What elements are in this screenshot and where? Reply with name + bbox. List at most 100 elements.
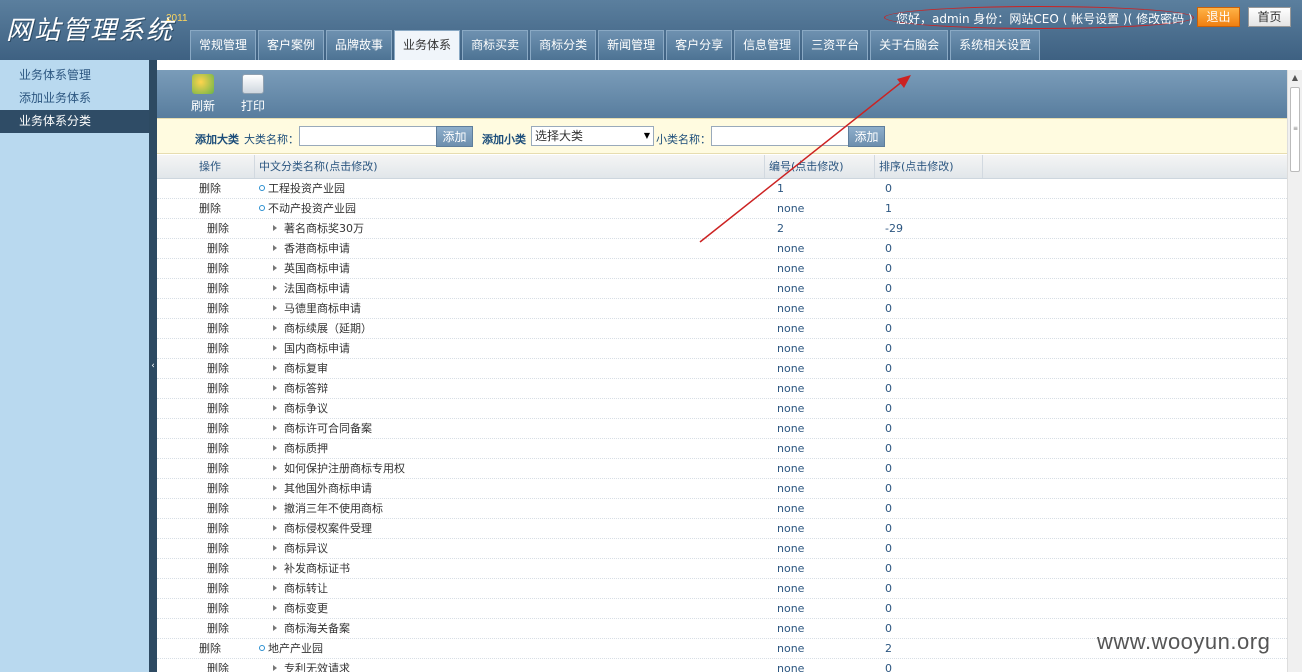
delete-link[interactable]: 删除	[195, 539, 255, 558]
logout-button[interactable]: 退出	[1197, 7, 1240, 27]
code-cell[interactable]: none	[765, 259, 875, 278]
code-cell[interactable]: none	[765, 579, 875, 598]
delete-link[interactable]: 删除	[195, 199, 255, 218]
sort-cell[interactable]: 0	[875, 319, 983, 338]
delete-link[interactable]: 删除	[195, 559, 255, 578]
delete-link[interactable]: 删除	[195, 599, 255, 618]
delete-link[interactable]: 删除	[195, 659, 255, 672]
code-cell[interactable]: none	[765, 479, 875, 498]
code-cell[interactable]: none	[765, 239, 875, 258]
category-name-cell[interactable]: 香港商标申请	[255, 239, 765, 258]
delete-link[interactable]: 删除	[195, 339, 255, 358]
code-cell[interactable]: none	[765, 439, 875, 458]
category-name-cell[interactable]: 商标转让	[255, 579, 765, 598]
sort-cell[interactable]: 0	[875, 379, 983, 398]
category-name-cell[interactable]: 商标许可合同备案	[255, 419, 765, 438]
sort-cell[interactable]: 0	[875, 559, 983, 578]
category-name[interactable]: 著名商标奖30万	[284, 222, 364, 235]
category-name[interactable]: 商标争议	[284, 402, 328, 415]
category-name-cell[interactable]: 马德里商标申请	[255, 299, 765, 318]
code-cell[interactable]: none	[765, 199, 875, 218]
category-name[interactable]: 其他国外商标申请	[284, 482, 372, 495]
category-name-cell[interactable]: 不动产投资产业园	[255, 199, 765, 218]
category-name-cell[interactable]: 地产产业园	[255, 639, 765, 658]
code-cell[interactable]: none	[765, 459, 875, 478]
nav-tab[interactable]: 关于右脑会	[870, 30, 949, 60]
nav-tab[interactable]: 品牌故事	[326, 30, 393, 60]
delete-link[interactable]: 删除	[195, 219, 255, 238]
delete-link[interactable]: 删除	[195, 419, 255, 438]
nav-tab[interactable]: 系统相关设置	[950, 30, 1041, 60]
nav-tab[interactable]: 业务体系	[394, 30, 461, 60]
user-info[interactable]: 您好，admin 身份：网站CEO ( 帐号设置 )( 修改密码 )	[884, 6, 1194, 29]
delete-link[interactable]: 删除	[195, 399, 255, 418]
category-name-cell[interactable]: 如何保护注册商标专用权	[255, 459, 765, 478]
sort-cell[interactable]: 0	[875, 619, 983, 638]
nav-tab[interactable]: 新闻管理	[598, 30, 665, 60]
category-name-cell[interactable]: 其他国外商标申请	[255, 479, 765, 498]
sort-cell[interactable]: 0	[875, 259, 983, 278]
category-name[interactable]: 英国商标申请	[284, 262, 350, 275]
code-cell[interactable]: none	[765, 499, 875, 518]
code-cell[interactable]: none	[765, 319, 875, 338]
delete-link[interactable]: 删除	[195, 519, 255, 538]
category-name-cell[interactable]: 著名商标奖30万	[255, 219, 765, 238]
sidebar-item[interactable]: 业务体系管理	[0, 64, 149, 87]
category-name[interactable]: 商标转让	[284, 582, 328, 595]
category-name[interactable]: 商标复审	[284, 362, 328, 375]
sort-cell[interactable]: 0	[875, 599, 983, 618]
code-cell[interactable]: none	[765, 339, 875, 358]
category-name-cell[interactable]: 商标续展（延期）	[255, 319, 765, 338]
delete-link[interactable]: 删除	[195, 359, 255, 378]
delete-link[interactable]: 删除	[195, 299, 255, 318]
delete-link[interactable]: 删除	[195, 579, 255, 598]
category-name-cell[interactable]: 商标海关备案	[255, 619, 765, 638]
code-cell[interactable]: 1	[765, 179, 875, 198]
code-cell[interactable]: none	[765, 359, 875, 378]
sort-cell[interactable]: 0	[875, 459, 983, 478]
sort-cell[interactable]: 0	[875, 579, 983, 598]
code-cell[interactable]: none	[765, 619, 875, 638]
add-major-button[interactable]: 添加	[436, 126, 473, 147]
category-name[interactable]: 香港商标申请	[284, 242, 350, 255]
category-name[interactable]: 商标变更	[284, 602, 328, 615]
home-button[interactable]: 首页	[1248, 7, 1291, 27]
nav-tab[interactable]: 客户案例	[258, 30, 325, 60]
major-category-select[interactable]: 选择大类 ▼	[531, 126, 654, 146]
code-cell[interactable]: 2	[765, 219, 875, 238]
sort-cell[interactable]: 0	[875, 299, 983, 318]
category-name-cell[interactable]: 国内商标申请	[255, 339, 765, 358]
delete-link[interactable]: 删除	[195, 179, 255, 198]
sort-cell[interactable]: 0	[875, 499, 983, 518]
nav-tab[interactable]: 商标买卖	[462, 30, 529, 60]
sort-cell[interactable]: 2	[875, 639, 983, 658]
delete-link[interactable]: 删除	[195, 439, 255, 458]
category-name[interactable]: 马德里商标申请	[284, 302, 361, 315]
category-name[interactable]: 不动产投资产业园	[268, 202, 356, 215]
category-name-cell[interactable]: 撤消三年不使用商标	[255, 499, 765, 518]
category-name[interactable]: 撤消三年不使用商标	[284, 502, 383, 515]
category-name[interactable]: 商标异议	[284, 542, 328, 555]
delete-link[interactable]: 删除	[195, 239, 255, 258]
delete-link[interactable]: 删除	[195, 499, 255, 518]
sort-cell[interactable]: 0	[875, 339, 983, 358]
delete-link[interactable]: 删除	[195, 479, 255, 498]
delete-link[interactable]: 删除	[195, 619, 255, 638]
category-name-cell[interactable]: 商标质押	[255, 439, 765, 458]
sort-cell[interactable]: 0	[875, 539, 983, 558]
delete-link[interactable]: 删除	[195, 279, 255, 298]
nav-tab[interactable]: 信息管理	[734, 30, 801, 60]
scroll-up-icon[interactable]: ▲	[1288, 70, 1302, 86]
sort-cell[interactable]: -29	[875, 219, 983, 238]
sort-cell[interactable]: 1	[875, 199, 983, 218]
category-name-cell[interactable]: 商标侵权案件受理	[255, 519, 765, 538]
category-name[interactable]: 商标续展（延期）	[284, 322, 372, 335]
delete-link[interactable]: 删除	[195, 259, 255, 278]
code-cell[interactable]: none	[765, 279, 875, 298]
code-cell[interactable]: none	[765, 519, 875, 538]
category-name-cell[interactable]: 补发商标证书	[255, 559, 765, 578]
sort-cell[interactable]: 0	[875, 399, 983, 418]
category-name[interactable]: 国内商标申请	[284, 342, 350, 355]
category-name[interactable]: 商标质押	[284, 442, 328, 455]
sort-cell[interactable]: 0	[875, 659, 983, 672]
